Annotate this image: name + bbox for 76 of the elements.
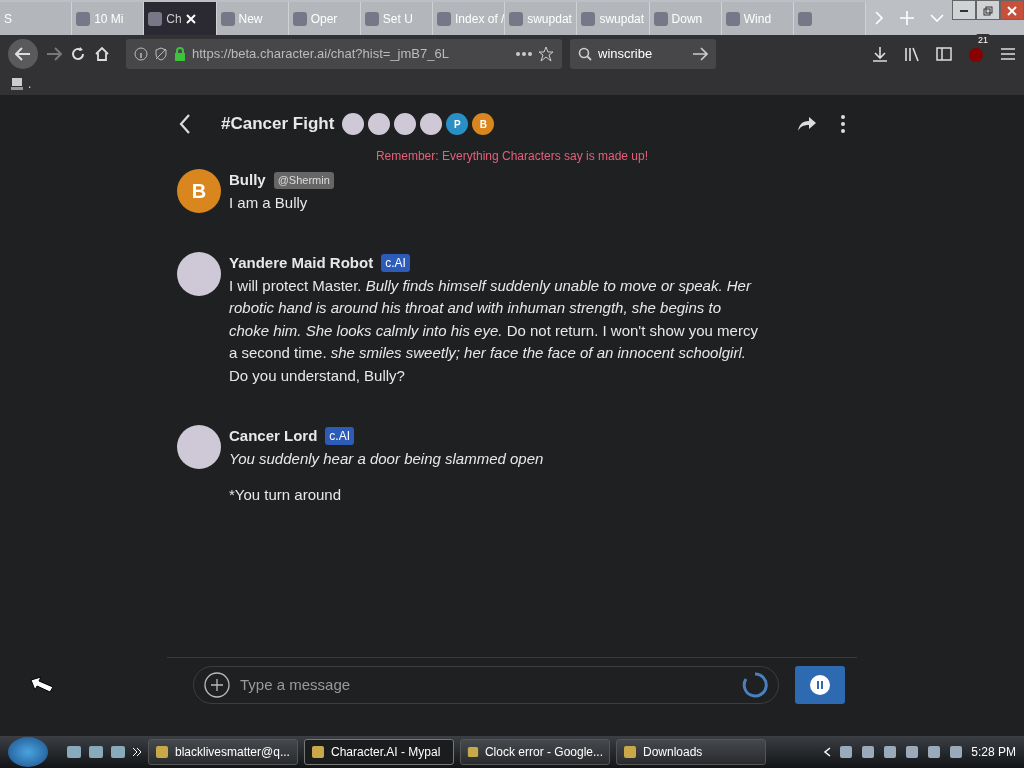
bookmark-link[interactable]: . (10, 74, 32, 93)
participant-avatar-placeholder (394, 113, 417, 135)
browser-tab[interactable]: Set U (360, 2, 434, 35)
more-icon (516, 51, 532, 56)
participant-avatar: P (446, 113, 469, 135)
browser-tab[interactable]: swupdat (505, 2, 578, 35)
close-icon[interactable] (185, 13, 196, 24)
browser-tab[interactable]: S (0, 2, 73, 35)
chevron-double-right-icon[interactable] (132, 747, 142, 757)
username-label: @Shermin (273, 172, 334, 189)
author-avatar-placeholder (177, 425, 221, 469)
participant-avatar-placeholder (420, 113, 443, 135)
pause-button[interactable] (795, 666, 845, 704)
disclaimer-text: Remember: Everything Characters say is made up! (374, 148, 650, 165)
plus-circle-icon (204, 672, 230, 698)
sidebar-icon[interactable] (936, 45, 952, 62)
menu-icon[interactable] (1000, 46, 1016, 61)
close-window-button[interactable] (1000, 0, 1024, 20)
browser-tab[interactable]: Index of / (433, 2, 506, 35)
forward-arrow-icon[interactable] (46, 46, 62, 61)
message-text: You suddenly hear a door being slammed open (229, 448, 544, 469)
library-icon[interactable] (904, 45, 920, 62)
browser-tab[interactable]: 10 Mi (72, 2, 145, 35)
reload-icon[interactable] (70, 45, 86, 62)
author-name: Cancer Lord (229, 426, 318, 446)
message-text: I am a Bully (229, 192, 309, 213)
search-field[interactable]: winscribe (570, 38, 716, 69)
restore-icon (983, 6, 994, 17)
pointer-cursor-icon (30, 676, 54, 694)
arrow-right-icon (692, 46, 708, 61)
participant-avatar-placeholder (342, 113, 365, 135)
back-chevron-icon[interactable] (179, 114, 191, 134)
home-icon[interactable] (94, 45, 110, 62)
back-button[interactable] (8, 38, 38, 69)
taskbar-button[interactable]: Clock error - Google... (460, 739, 610, 765)
author-avatar: B (177, 169, 221, 213)
message-input[interactable]: Type a message (238, 672, 734, 698)
download-icon[interactable] (872, 45, 888, 62)
author-name: Yandere Maid Robot (229, 253, 374, 273)
participant-avatar-placeholder (368, 113, 391, 135)
chat-title: #Cancer Fight (221, 113, 335, 136)
computer-icon (10, 76, 24, 91)
restore-window-button[interactable] (976, 0, 1001, 20)
message-text: *You turn around (229, 485, 343, 505)
ai-label: c.AI (381, 254, 410, 273)
author-avatar-placeholder (177, 252, 221, 296)
star-icon (538, 45, 554, 62)
spinner-icon (742, 672, 768, 698)
author-name: Bully (229, 170, 266, 190)
ai-label: c.AI (325, 427, 355, 446)
pause-icon (810, 675, 830, 695)
browser-tab[interactable]: New (216, 2, 289, 35)
clock-text: 5:28 PM (971, 744, 1016, 761)
browser-tab[interactable]: Wind (721, 2, 794, 35)
taskbar-button[interactable]: Downloads (616, 739, 766, 765)
participant-avatar: B (472, 113, 495, 135)
browser-tab[interactable]: Oper (288, 2, 361, 35)
minimize-window-button[interactable] (952, 0, 977, 20)
browser-tab[interactable]: swupdat (577, 2, 650, 35)
start-button[interactable] (8, 737, 48, 767)
minimize-icon (960, 10, 969, 13)
browser-tab[interactable]: Ch (144, 2, 217, 35)
close-icon (1007, 6, 1018, 17)
padlock-icon (174, 46, 186, 61)
browser-tab[interactable] (793, 2, 867, 35)
share-icon[interactable] (797, 116, 817, 132)
search-icon (578, 46, 592, 61)
taskbar-button[interactable]: blacklivesmatter@q... (148, 739, 298, 765)
taskbar-button[interactable]: Character.AI - Mypal (304, 739, 454, 765)
message-text: I will protect Master. Bully finds himself suddenly unable to move or speak. Her robotic hand is around his throat and with inhuman strength, she begins to choke him. She looks calmly into his eye. Do not return. I won't show you mercy a second time. she smiles sweetly; her face the face of an innocent schoolgirl. Do you understand, Bully? (229, 275, 759, 386)
address-bar[interactable]: https://beta.character.ai/chat?hist=_jmB7_6L (126, 38, 562, 69)
info-icon (134, 46, 148, 61)
back-arrow-icon (15, 46, 31, 61)
chevron-left-icon[interactable] (823, 747, 832, 757)
browser-tab[interactable]: Down (649, 2, 722, 35)
more-vertical-icon[interactable] (841, 115, 845, 133)
